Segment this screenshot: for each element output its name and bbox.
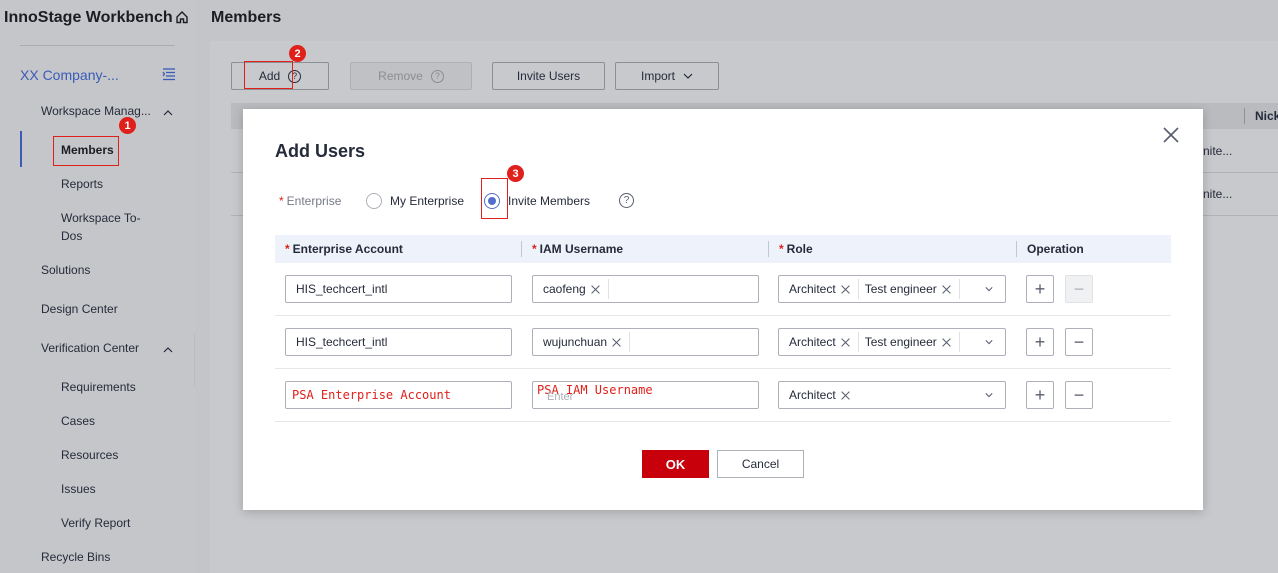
- close-icon[interactable]: [591, 285, 600, 294]
- header-enterprise-account: * Enterprise Account: [285, 242, 403, 256]
- brand-title[interactable]: InnoStage Workbench: [4, 9, 189, 27]
- menu-list-icon[interactable]: [162, 67, 176, 81]
- header-operation: Operation: [1027, 242, 1084, 256]
- grid-header: * Enterprise Account * IAM Username * Role …: [275, 235, 1171, 263]
- chevron-down-icon[interactable]: [985, 338, 993, 346]
- close-icon[interactable]: [841, 338, 850, 347]
- sidebar-item-solutions[interactable]: Solutions: [41, 261, 90, 279]
- close-icon[interactable]: [841, 391, 850, 400]
- radio-invite-members-label[interactable]: Invite Members: [508, 194, 590, 208]
- help-icon[interactable]: ?: [619, 193, 634, 208]
- remove-label: Remove: [378, 69, 423, 83]
- sidebar-item-cases[interactable]: Cases: [61, 412, 95, 430]
- enterprise-label-text: Enterprise: [286, 194, 342, 208]
- radio-my-enterprise-label[interactable]: My Enterprise: [390, 194, 464, 208]
- annotation-badge: 3: [507, 165, 524, 182]
- add-users-dialog: Add Users * Enterprise My Enterprise Invi…: [243, 109, 1203, 510]
- role-chip: Architect: [789, 279, 859, 299]
- add-row-button[interactable]: +: [1026, 381, 1054, 409]
- chevron-down-icon[interactable]: [985, 285, 993, 293]
- user-chip: wujunchuan: [543, 332, 631, 352]
- column-divider: [1244, 108, 1245, 124]
- iam-username-input[interactable]: PSA IAM Username Enter: [532, 381, 759, 409]
- close-icon[interactable]: [612, 338, 621, 347]
- import-button[interactable]: Import: [615, 62, 719, 90]
- company-selector[interactable]: XX Company-...: [20, 67, 119, 83]
- annotation-badge: 2: [289, 45, 306, 62]
- header-divider: [768, 241, 769, 257]
- sidebar-item-reports[interactable]: Reports: [61, 175, 103, 193]
- active-indicator: [20, 131, 22, 167]
- role-chip: Test engineer: [865, 332, 960, 352]
- annotation-box-members: [53, 136, 119, 166]
- cancel-button[interactable]: Cancel: [717, 450, 804, 478]
- close-icon[interactable]: [942, 338, 951, 347]
- home-icon[interactable]: [175, 10, 189, 24]
- sidebar-item-design[interactable]: Design Center: [41, 300, 118, 318]
- table-cell: nite...: [1203, 144, 1233, 158]
- chevron-up-icon[interactable]: [163, 345, 173, 355]
- annotation-badge: 1: [119, 117, 136, 134]
- enterprise-account-input[interactable]: HIS_techcert_intl: [285, 328, 512, 356]
- sidebar-item-recycle[interactable]: Recycle Bins: [41, 548, 110, 566]
- header-iam-username: * IAM Username: [532, 242, 624, 256]
- row-divider: [275, 421, 1171, 422]
- sidebar-item-verify-report[interactable]: Verify Report: [61, 514, 130, 532]
- sidebar: InnoStage Workbench XX Company-... Works…: [0, 0, 195, 573]
- role-chip: Test engineer: [865, 279, 960, 299]
- sidebar-item-workspace[interactable]: Workspace Manag...: [41, 102, 151, 120]
- header-role: * Role: [779, 242, 813, 256]
- sidebar-item-issues[interactable]: Issues: [61, 480, 96, 498]
- role-select[interactable]: Architect Test engineer: [778, 328, 1006, 356]
- role-select[interactable]: Architect Test engineer: [778, 275, 1006, 303]
- chevron-up-icon[interactable]: [163, 108, 173, 118]
- close-icon[interactable]: [1162, 126, 1180, 144]
- header-divider: [521, 241, 522, 257]
- role-chip: Architect: [789, 385, 854, 405]
- add-row-button[interactable]: +: [1026, 328, 1054, 356]
- enterprise-label: * Enterprise: [279, 194, 341, 208]
- remove-row-button[interactable]: −: [1065, 275, 1093, 303]
- role-select[interactable]: Architect: [778, 381, 1006, 409]
- close-icon[interactable]: [841, 285, 850, 294]
- sidebar-item-requirements[interactable]: Requirements: [61, 378, 136, 396]
- chevron-down-icon: [683, 73, 693, 79]
- remove-row-button[interactable]: −: [1065, 381, 1093, 409]
- column-nick: Nick: [1255, 109, 1278, 123]
- help-icon[interactable]: ?: [430, 69, 444, 83]
- enterprise-account-annotation: PSA Enterprise Account: [292, 388, 451, 402]
- brand-label: InnoStage Workbench: [4, 9, 173, 26]
- close-icon[interactable]: [942, 285, 951, 294]
- radio-my-enterprise[interactable]: [366, 193, 382, 209]
- sidebar-item-resources[interactable]: Resources: [61, 446, 118, 464]
- dialog-title: Add Users: [275, 141, 366, 161]
- add-row-button[interactable]: +: [1026, 275, 1054, 303]
- remove-row-button[interactable]: −: [1065, 328, 1093, 356]
- import-label: Import: [640, 69, 675, 83]
- chevron-down-icon[interactable]: [985, 391, 993, 399]
- user-chip: caofeng: [543, 279, 609, 299]
- row-divider: [275, 315, 1171, 316]
- remove-button[interactable]: Remove ?: [350, 62, 472, 90]
- brand-divider: [20, 45, 175, 46]
- iam-username-input[interactable]: wujunchuan: [532, 328, 759, 356]
- table-cell: nite...: [1203, 187, 1233, 201]
- sidebar-item-todos[interactable]: Workspace To-Dos: [61, 209, 161, 245]
- iam-username-input[interactable]: caofeng: [532, 275, 759, 303]
- required-mark: *: [279, 194, 284, 208]
- iam-username-placeholder: Enter: [547, 391, 574, 403]
- row-divider: [275, 368, 1171, 369]
- header-divider: [1016, 241, 1017, 257]
- annotation-box-invite: [481, 178, 508, 219]
- invite-users-button[interactable]: Invite Users: [492, 62, 605, 90]
- page-title: Members: [211, 9, 282, 26]
- ok-button[interactable]: OK: [642, 450, 709, 478]
- sidebar-item-verification[interactable]: Verification Center: [41, 339, 139, 357]
- role-chip: Architect: [789, 332, 859, 352]
- annotation-box-add: [244, 61, 293, 89]
- enterprise-account-input[interactable]: HIS_techcert_intl: [285, 275, 512, 303]
- enterprise-account-input[interactable]: PSA Enterprise Account: [285, 381, 512, 409]
